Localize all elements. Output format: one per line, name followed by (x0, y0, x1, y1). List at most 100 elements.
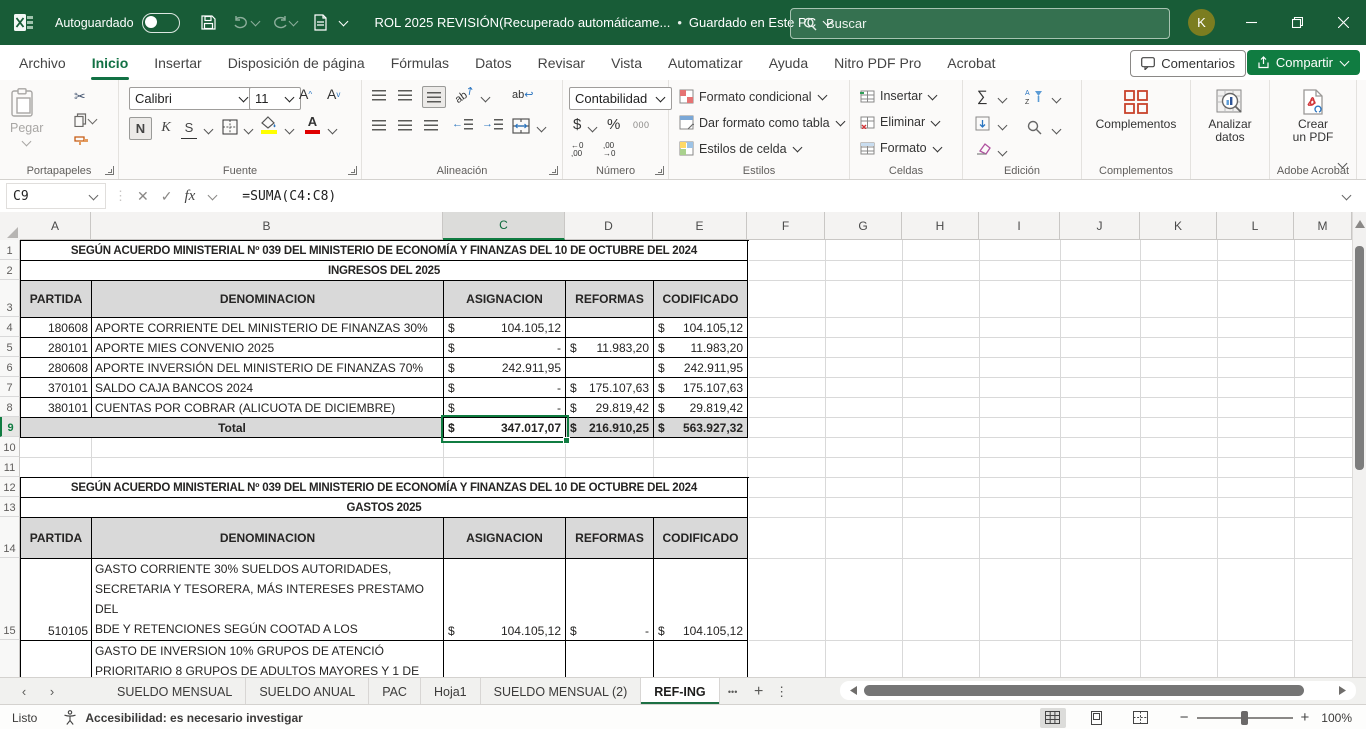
paste-button[interactable]: Pegar (10, 88, 43, 150)
align-bottom-icon[interactable] (422, 86, 446, 108)
tab-archivo[interactable]: Archivo (6, 45, 79, 80)
cell-partida[interactable]: 280608 (21, 358, 92, 378)
zoom-out-button[interactable]: − (1180, 709, 1189, 726)
select-all-corner[interactable] (0, 212, 21, 241)
alineacion-dialog-launcher-icon[interactable] (549, 166, 558, 175)
sheet-grid[interactable]: A B C D E F G H I J K L M 1 2 3 4 5 6 7 … (0, 212, 1352, 677)
align-right-icon[interactable] (424, 120, 438, 131)
merge-center-dropdown-icon[interactable] (537, 123, 547, 133)
borders-dropdown-icon[interactable] (244, 125, 254, 135)
sort-filter-icon[interactable]: AZ (1025, 88, 1043, 105)
addins-button[interactable]: Complementos (1082, 89, 1190, 131)
tab-revisar[interactable]: Revisar (525, 45, 598, 80)
row-header-4[interactable]: 4 (0, 317, 20, 337)
align-top-icon[interactable] (372, 90, 386, 101)
thousands-icon[interactable]: 000 (633, 120, 650, 130)
sheet-tab-sueldo-anual[interactable]: SUELDO ANUAL (246, 678, 369, 705)
close-button[interactable] (1320, 0, 1366, 45)
cancel-entry-icon[interactable]: ✕ (137, 188, 149, 205)
row-header-5[interactable]: 5 (0, 337, 20, 357)
col-header-b[interactable]: B (91, 212, 443, 240)
header-reformas[interactable]: REFORMAS (566, 281, 654, 318)
col-header-f[interactable]: F (747, 212, 825, 240)
sheet-tab-sueldo-mensual-2[interactable]: SUELDO MENSUAL (2) (481, 678, 642, 705)
cell-denominacion[interactable]: APORTE MIES CONVENIO 2025 (92, 338, 444, 358)
currency-icon[interactable]: $ (573, 116, 581, 133)
horizontal-scroll-thumb[interactable] (864, 685, 1304, 696)
gastos-subtitle-cell[interactable]: GASTOS 2025 (21, 498, 748, 518)
cell-asignacion[interactable]: $- (444, 338, 566, 358)
decrease-indent-icon[interactable]: ← (452, 118, 473, 130)
cell-denominacion[interactable]: CUENTAS POR COBRAR (ALICUOTA DE DICIEMBR… (92, 398, 444, 418)
cell-codificado[interactable]: $175.107,63 (654, 378, 748, 398)
create-pdf-button[interactable]: Crearun PDF (1270, 89, 1356, 144)
tab-insertar[interactable]: Insertar (141, 45, 214, 80)
copy-icon[interactable] (74, 113, 98, 127)
col-header-d[interactable]: D (565, 212, 653, 240)
col-header-g[interactable]: G (825, 212, 902, 240)
cell-partida[interactable]: 510105 (21, 559, 92, 641)
total-label-cell[interactable]: Total (21, 418, 444, 438)
ingresos-title-cell[interactable]: SEGÚN ACUERDO MINISTERIAL Nº 039 DEL MIN… (21, 241, 748, 261)
bold-button[interactable]: N (129, 117, 152, 140)
align-middle-icon[interactable] (398, 90, 412, 101)
autosave-toggle[interactable] (142, 13, 180, 33)
comments-button[interactable]: Comentarios (1130, 50, 1246, 77)
orientation-dropdown-icon[interactable] (481, 93, 491, 103)
align-left-icon[interactable] (372, 120, 386, 131)
active-cell-selection[interactable] (441, 415, 569, 443)
cell-asignacion[interactable]: $- (444, 378, 566, 398)
font-color-dropdown-icon[interactable] (328, 125, 338, 135)
cell-codificado[interactable]: $242.911,95 (654, 358, 748, 378)
fill-handle[interactable] (563, 437, 570, 444)
cell-partida[interactable]: 280101 (21, 338, 92, 358)
orientation-icon[interactable]: ab↗ (452, 83, 477, 106)
autosum-icon[interactable]: ∑ (977, 88, 988, 105)
total-reformas-cell[interactable]: $216.910,25 (566, 418, 654, 438)
cell-styles-button[interactable]: Estilos de celda (679, 141, 803, 156)
delete-cells-button[interactable]: Eliminar (860, 115, 941, 129)
sheet-tab-hoja1[interactable]: Hoja1 (421, 678, 481, 705)
tab-vista[interactable]: Vista (598, 45, 655, 80)
quick-print-icon[interactable] (313, 14, 328, 31)
cell-asignacion[interactable]: $104.105,12 (444, 318, 566, 338)
number-format-select[interactable]: Contabilidad (569, 87, 672, 110)
col-header-j[interactable]: J (1060, 212, 1140, 240)
row-header-13[interactable]: 13 (0, 497, 20, 517)
cell-partida[interactable] (21, 641, 92, 677)
header-partida[interactable]: PARTIDA (21, 281, 92, 318)
insert-function-icon[interactable]: fx (184, 188, 195, 205)
sheet-tab-sueldo-mensual[interactable]: SUELDO MENSUAL (104, 678, 246, 705)
find-select-dropdown-icon[interactable] (1052, 125, 1062, 135)
underline-dropdown-icon[interactable] (204, 125, 214, 135)
italic-button[interactable]: K (157, 117, 175, 138)
col-header-l[interactable]: L (1217, 212, 1294, 240)
col-header-c[interactable]: C (443, 212, 565, 240)
fx-dropdown-icon[interactable] (208, 190, 218, 200)
sheet-nav-left-icon[interactable]: ‹ (10, 678, 38, 705)
sheet-tab-ref-ing[interactable]: REF-ING (641, 678, 719, 705)
fuente-dialog-launcher-icon[interactable] (348, 166, 357, 175)
sheet-nav-right-icon[interactable]: › (38, 678, 66, 705)
tab-ayuda[interactable]: Ayuda (756, 45, 821, 80)
cell-reformas[interactable]: $29.819,42 (566, 398, 654, 418)
scroll-up-icon[interactable] (1355, 220, 1365, 228)
currency-dropdown-icon[interactable] (588, 123, 598, 133)
col-header-h[interactable]: H (902, 212, 979, 240)
col-header-k[interactable]: K (1140, 212, 1217, 240)
wrap-text-icon[interactable]: ab↩ (512, 88, 533, 101)
formula-input[interactable]: =SUMA(C4:C8) (242, 189, 336, 204)
save-icon[interactable] (200, 14, 217, 31)
header-denominacion[interactable]: DENOMINACION (92, 518, 444, 559)
header-asignacion[interactable]: ASIGNACION (444, 518, 566, 559)
portapapeles-dialog-launcher-icon[interactable] (105, 166, 114, 175)
normal-view-button[interactable] (1040, 708, 1066, 728)
zoom-slider-thumb[interactable] (1241, 711, 1248, 725)
tab-disposicion[interactable]: Disposición de página (215, 45, 378, 80)
cell-denominacion[interactable]: GASTO DE INVERSION 10% GRUPOS DE ATENCIÓ… (92, 641, 444, 677)
row-header-15[interactable]: 15 (0, 558, 20, 640)
sheet-tab-pac[interactable]: PAC (369, 678, 421, 705)
row-header-2[interactable]: 2 (0, 260, 20, 280)
cell-denominacion[interactable]: SALDO CAJA BANCOS 2024 (92, 378, 444, 398)
row-header-9[interactable]: 9 (0, 417, 20, 437)
